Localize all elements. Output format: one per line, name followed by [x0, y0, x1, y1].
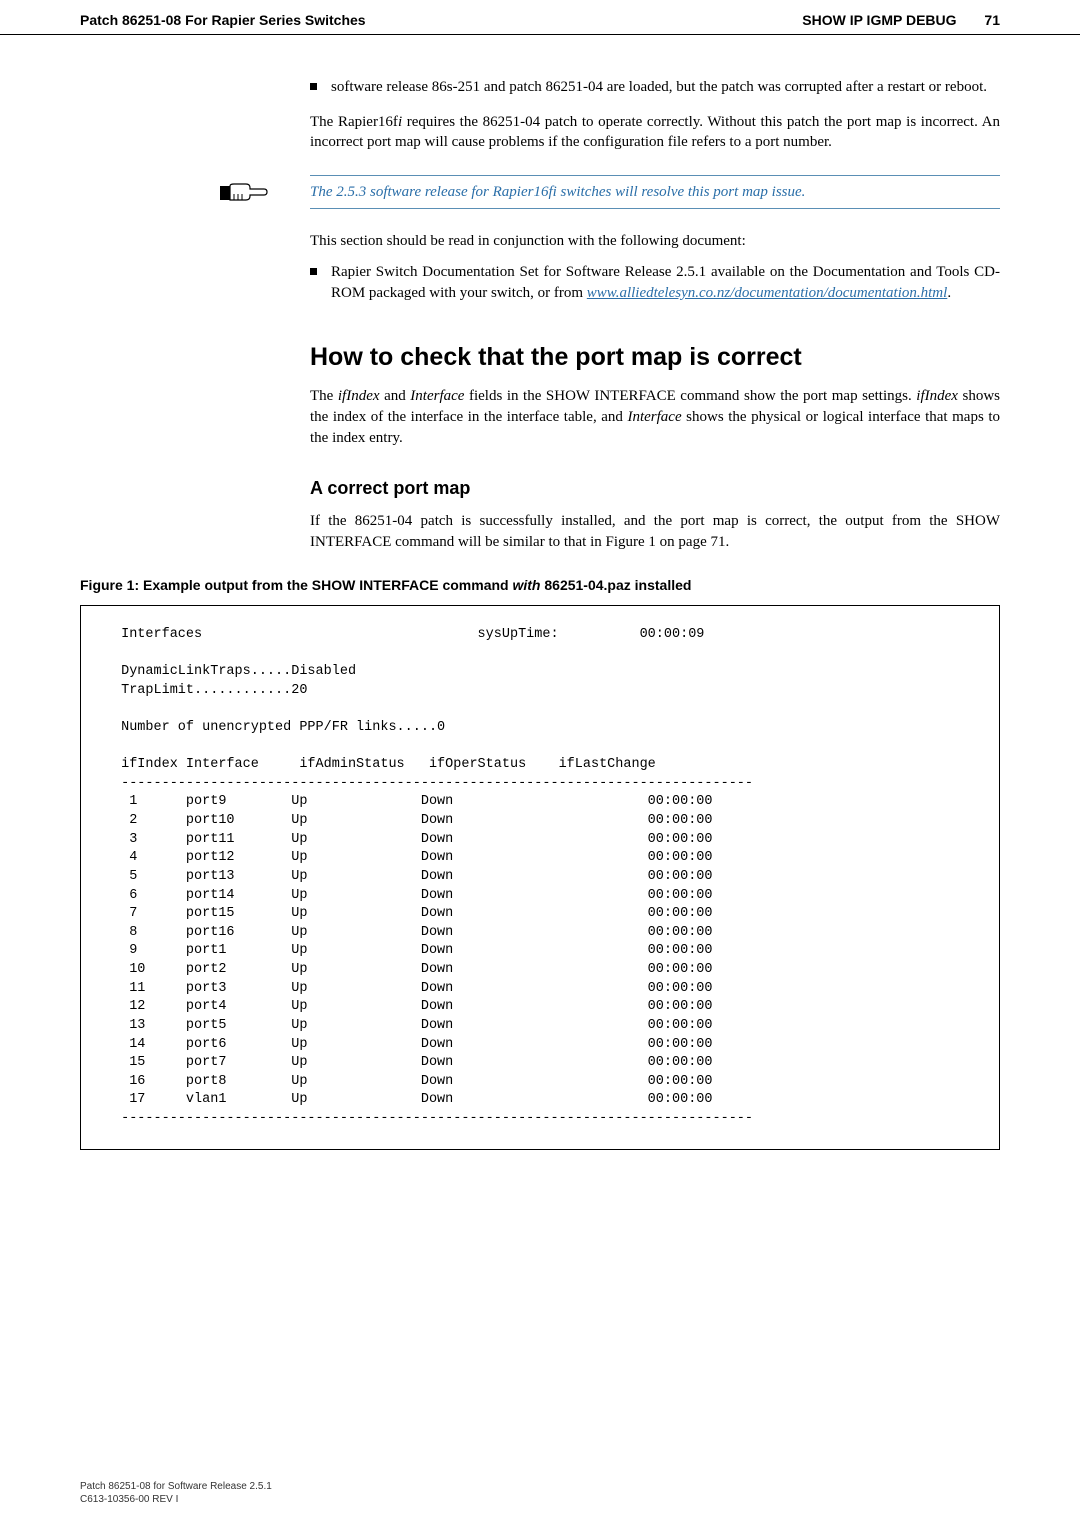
code-line: DynamicLinkTraps.....Disabled [113, 664, 356, 679]
documentation-link[interactable]: www.alliedtelesyn.co.nz/documentation/do… [587, 285, 948, 301]
code-line: 16 port8 Up Down 00:00:00 [113, 1074, 713, 1089]
code-line: 11 port3 Up Down 00:00:00 [113, 981, 713, 996]
code-line: 15 port7 Up Down 00:00:00 [113, 1055, 713, 1070]
paragraph-1: The Rapier16fi requires the 86251-04 pat… [310, 112, 1000, 153]
bullet-text-1: software release 86s-251 and patch 86251… [331, 77, 987, 98]
code-line: TrapLimit............20 [113, 683, 307, 698]
page-content: software release 86s-251 and patch 86251… [0, 77, 1080, 1150]
code-line: 17 vlan1 Up Down 00:00:00 [113, 1092, 713, 1107]
code-line: 7 port15 Up Down 00:00:00 [113, 906, 713, 921]
code-line: Number of unencrypted PPP/FR links.....0 [113, 720, 445, 735]
paragraph-3: The ifIndex and Interface fields in the … [310, 386, 1000, 448]
code-line: 3 port11 Up Down 00:00:00 [113, 832, 713, 847]
paragraph-2: This section should be read in conjuncti… [310, 231, 1000, 252]
code-line: 13 port5 Up Down 00:00:00 [113, 1018, 713, 1033]
intro-block: software release 86s-251 and patch 86251… [310, 77, 1000, 153]
bullet-text-2: Rapier Switch Documentation Set for Soft… [331, 262, 1000, 303]
pointing-hand-icon [220, 178, 270, 206]
figure-caption: Figure 1: Example output from the SHOW I… [80, 577, 1000, 593]
code-line: 1 port9 Up Down 00:00:00 [113, 794, 713, 809]
code-line: 10 port2 Up Down 00:00:00 [113, 962, 713, 977]
post-callout-block: This section should be read in conjuncti… [310, 231, 1000, 553]
callout-border: The 2.5.3 software release for Rapier16f… [310, 175, 1000, 209]
code-line: 5 port13 Up Down 00:00:00 [113, 869, 713, 884]
footer-line-2: C613-10356-00 REV I [80, 1493, 272, 1506]
code-line: 4 port12 Up Down 00:00:00 [113, 850, 713, 865]
code-line: 2 port10 Up Down 00:00:00 [113, 813, 713, 828]
code-line: ----------------------------------------… [113, 1111, 753, 1126]
callout: The 2.5.3 software release for Rapier16f… [220, 175, 1000, 209]
page-header: Patch 86251-08 For Rapier Series Switche… [0, 0, 1080, 35]
code-line: ----------------------------------------… [113, 776, 753, 791]
footer-line-1: Patch 86251-08 for Software Release 2.5.… [80, 1480, 272, 1493]
code-line: Interfaces sysUpTime: 00:00:09 [113, 627, 704, 642]
square-bullet-icon [310, 83, 317, 90]
page-footer: Patch 86251-08 for Software Release 2.5.… [80, 1480, 272, 1506]
paragraph-4: If the 86251-04 patch is successfully in… [310, 511, 1000, 552]
page-number: 71 [984, 12, 1000, 28]
code-line: 9 port1 Up Down 00:00:00 [113, 943, 713, 958]
code-line: ifIndex Interface ifAdminStatus ifOperSt… [113, 757, 656, 772]
code-output-box: Interfaces sysUpTime: 00:00:09 DynamicLi… [80, 605, 1000, 1150]
code-line: 8 port16 Up Down 00:00:00 [113, 925, 713, 940]
header-section-label: SHOW IP IGMP DEBUG [802, 12, 956, 28]
code-line: 6 port14 Up Down 00:00:00 [113, 888, 713, 903]
header-right: SHOW IP IGMP DEBUG 71 [802, 12, 1000, 28]
subsection-heading: A correct port map [310, 478, 1000, 499]
header-left: Patch 86251-08 For Rapier Series Switche… [80, 12, 366, 28]
callout-text: The 2.5.3 software release for Rapier16f… [310, 182, 1000, 202]
bullet-item-2: Rapier Switch Documentation Set for Soft… [310, 262, 1000, 303]
bullet-item-1: software release 86s-251 and patch 86251… [310, 77, 1000, 98]
section-heading: How to check that the port map is correc… [310, 343, 1000, 372]
code-line: 12 port4 Up Down 00:00:00 [113, 999, 713, 1014]
square-bullet-icon [310, 268, 317, 275]
code-line: 14 port6 Up Down 00:00:00 [113, 1037, 713, 1052]
